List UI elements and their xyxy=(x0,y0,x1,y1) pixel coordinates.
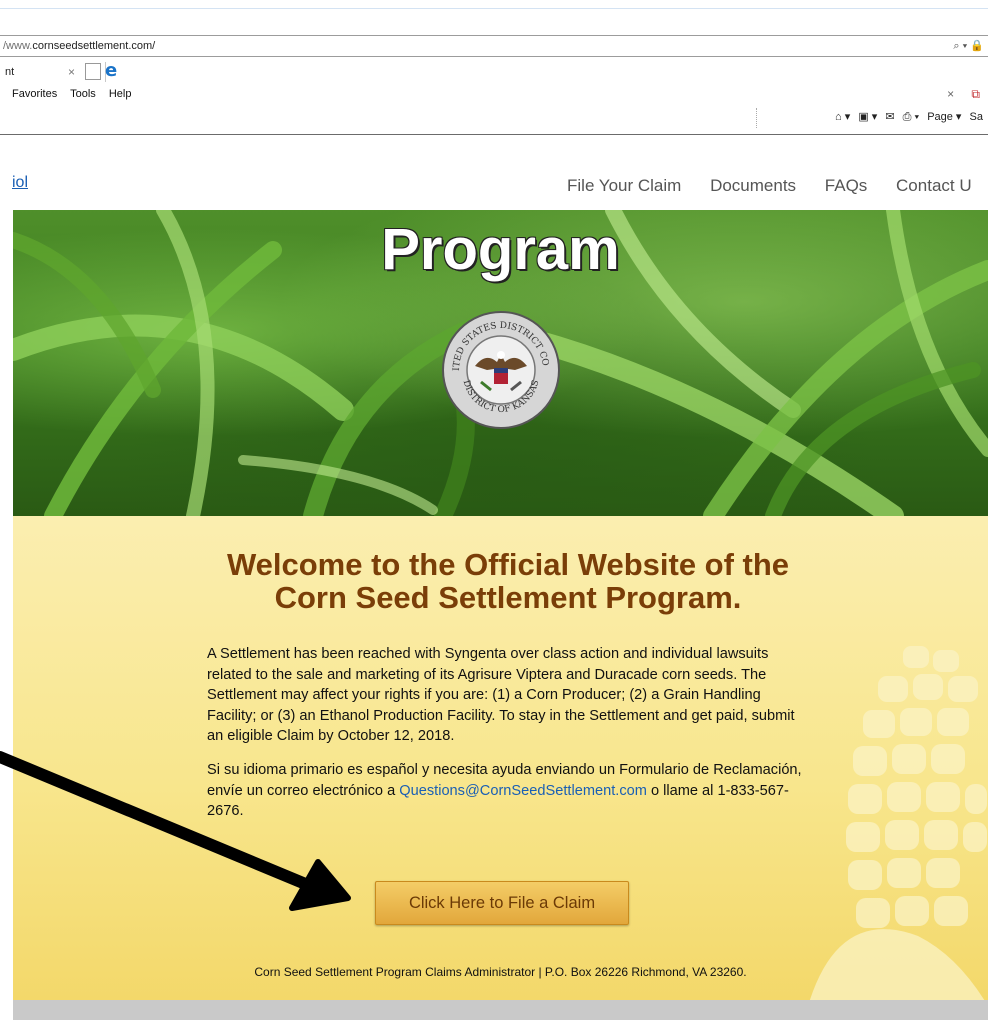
hero-banner: Program UNITED STATES DISTRICT COURT DIS… xyxy=(13,210,988,516)
mail-icon[interactable]: ✉ xyxy=(885,111,894,123)
pdf-icon[interactable]: ⧉ xyxy=(971,87,980,101)
tab-row: nt × xyxy=(0,62,988,84)
settlement-description: A Settlement has been reached with Synge… xyxy=(207,646,795,745)
questions-email-link[interactable]: Questions@CornSeedSettlement.com xyxy=(399,783,647,799)
command-separator xyxy=(756,108,758,128)
file-claim-button[interactable]: Click Here to File a Claim xyxy=(375,881,629,925)
main-nav: File Your Claim Documents FAQs Contact U xyxy=(567,176,988,196)
chrome-divider xyxy=(0,8,988,9)
chrome-divider xyxy=(0,134,988,135)
url-text[interactable]: /www.cornseedsettlement.com/ xyxy=(3,36,155,56)
welcome-heading: Welcome to the Official Website of the C… xyxy=(226,547,790,615)
close-icon[interactable]: × xyxy=(947,87,954,101)
footer-bar xyxy=(13,1000,988,1020)
feeds-icon[interactable]: ▣ ▾ xyxy=(858,111,877,123)
new-tab-icon[interactable] xyxy=(85,63,101,80)
claims-administrator-footer: Corn Seed Settlement Program Claims Admi… xyxy=(254,965,747,979)
home-icon[interactable]: ⌂ ▾ xyxy=(835,111,850,123)
url-domain: cornseedsettlement.com/ xyxy=(32,40,156,52)
menu-tools[interactable]: Tools xyxy=(70,88,96,100)
safety-menu[interactable]: Sa xyxy=(970,111,983,123)
district-court-seal-icon: UNITED STATES DISTRICT COURT DISTRICT OF… xyxy=(441,310,560,429)
nav-faqs[interactable]: FAQs xyxy=(825,176,868,195)
search-lock-icon[interactable]: ⌕ ▾ 🔒 xyxy=(953,36,984,56)
address-bar[interactable]: /www.cornseedsettlement.com/ ⌕ ▾ 🔒 xyxy=(0,35,988,57)
nav-contact-us[interactable]: Contact U xyxy=(896,176,972,195)
nav-file-your-claim[interactable]: File Your Claim xyxy=(567,176,681,195)
command-bar: ⌂ ▾ ▣ ▾ ✉ ⎙ ▾ Page ▾ Sa xyxy=(835,110,988,124)
url-prefix: /www. xyxy=(3,40,33,52)
nav-documents[interactable]: Documents xyxy=(710,176,796,195)
menu-bar: Favorites Tools Help xyxy=(12,88,141,100)
print-icon[interactable]: ⎙ ▾ xyxy=(903,111,919,123)
welcome-section: Welcome to the Official Website of the C… xyxy=(13,516,988,1000)
menu-help[interactable]: Help xyxy=(109,88,132,100)
menu-favorites[interactable]: Favorites xyxy=(12,88,57,100)
menu-right: × ⧉ xyxy=(947,87,980,102)
web-page: iol File Your Claim Documents FAQs Conta… xyxy=(0,136,988,1029)
browser-chrome: /www.cornseedsettlement.com/ ⌕ ▾ 🔒 nt × … xyxy=(0,0,988,136)
hero-title: Program xyxy=(381,217,620,282)
page-menu[interactable]: Page ▾ xyxy=(927,111,961,123)
tab-close-icon[interactable]: × xyxy=(68,62,75,82)
tab-title: nt xyxy=(5,66,15,78)
corn-cob-decoration-icon xyxy=(809,646,987,1000)
spanish-language-link[interactable]: iol xyxy=(12,174,28,192)
spanish-help-text: Si su idioma primario es español y neces… xyxy=(207,760,812,822)
ie-logo-icon[interactable]: e xyxy=(105,62,123,80)
